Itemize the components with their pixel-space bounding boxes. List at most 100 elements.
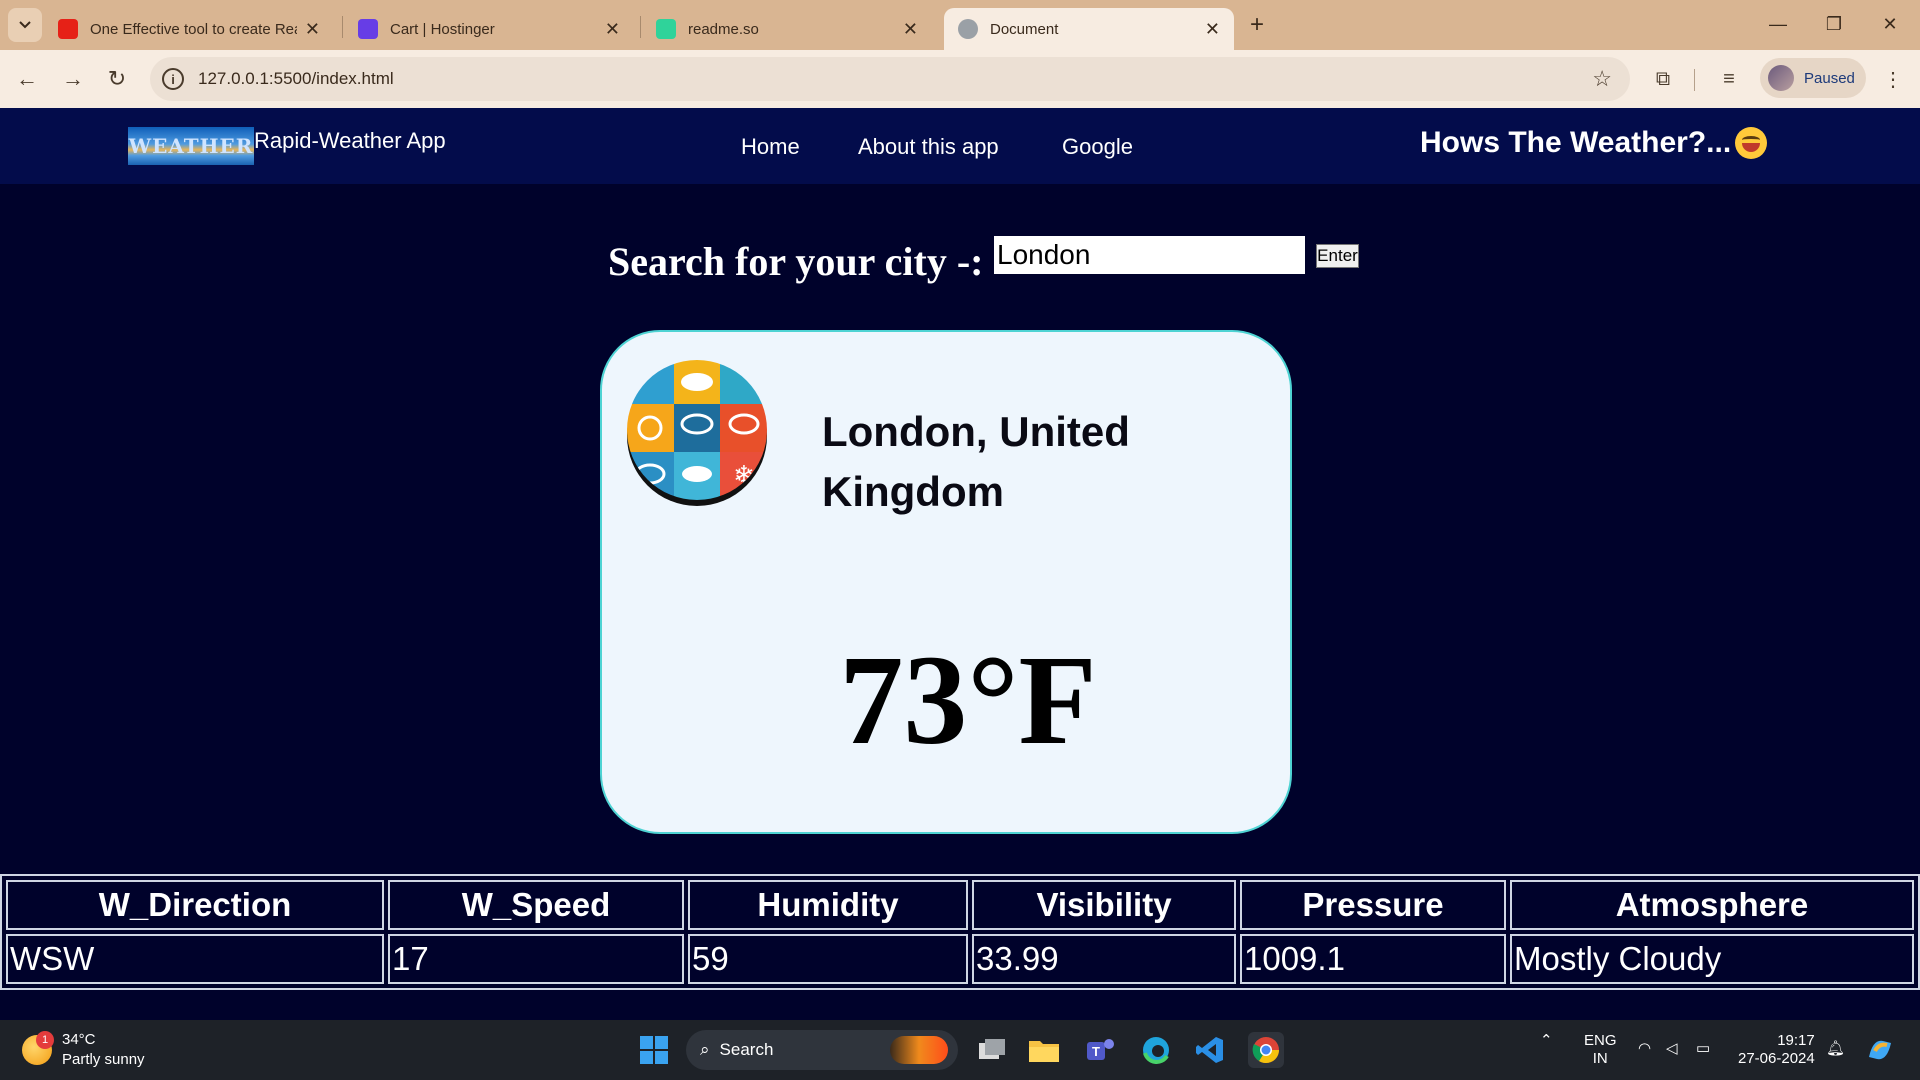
wifi-icon[interactable]: ◠ bbox=[1638, 1040, 1651, 1058]
nav-link-home[interactable]: Home bbox=[741, 134, 800, 160]
copilot-icon[interactable] bbox=[1862, 1032, 1898, 1068]
forward-button[interactable]: → bbox=[56, 62, 90, 96]
taskbar-weather-widget[interactable]: 1 34°C Partly sunny bbox=[22, 1030, 145, 1070]
cell-atmosphere: Mostly Cloudy bbox=[1510, 934, 1914, 984]
volume-icon[interactable]: ◁ bbox=[1666, 1040, 1678, 1058]
cell-pressure: 1009.1 bbox=[1240, 934, 1506, 984]
tab-title: One Effective tool to create Rea bbox=[90, 20, 297, 38]
chrome-icon[interactable] bbox=[1248, 1032, 1284, 1068]
site-navbar: WEATHER Rapid-Weather App Home About thi… bbox=[0, 108, 1920, 184]
temperature: 73°F bbox=[839, 629, 1097, 771]
header-wind-direction: W_Direction bbox=[6, 880, 384, 930]
tab-document[interactable]: Document ✕ bbox=[944, 8, 1234, 50]
table-header-row: W_Direction W_Speed Humidity Visibility … bbox=[6, 880, 1914, 930]
brand-name: Rapid-Weather App bbox=[254, 128, 446, 153]
teams-icon[interactable]: T bbox=[1082, 1032, 1118, 1068]
taskbar-search[interactable]: ⌕ Search bbox=[686, 1030, 958, 1070]
tab-title: Cart | Hostinger bbox=[390, 20, 495, 38]
readme-icon bbox=[656, 19, 676, 39]
cell-visibility: 33.99 bbox=[972, 934, 1236, 984]
extensions-icon[interactable]: ⧉ bbox=[1646, 62, 1680, 96]
tab-divider bbox=[342, 16, 343, 38]
lang-bottom: IN bbox=[1592, 1050, 1608, 1067]
header-atmosphere: Atmosphere bbox=[1510, 880, 1914, 930]
weather-temp: 34°C bbox=[62, 1031, 96, 1048]
site-info-icon[interactable]: i bbox=[162, 68, 184, 90]
tagline: Hows The Weather?... bbox=[1420, 126, 1768, 160]
tab-search-button[interactable] bbox=[8, 8, 42, 42]
cell-wind-direction: WSW bbox=[6, 934, 384, 984]
tab-title: Document bbox=[990, 20, 1059, 38]
search-label: Search bbox=[719, 1040, 774, 1059]
weather-card: ❄ London, United Kingdom 73°F bbox=[600, 330, 1292, 834]
notification-bell-icon[interactable]: 🔔︎ bbox=[1826, 1040, 1845, 1058]
browser-tab-bar: One Effective tool to create Rea ✕ Cart … bbox=[0, 0, 1920, 50]
search-label: Search for your city -: bbox=[608, 239, 984, 284]
search-row: Search for your city -: Enter bbox=[0, 234, 1920, 284]
web-page: WEATHER Rapid-Weather App Home About thi… bbox=[0, 108, 1920, 1020]
more-menu-icon[interactable]: ⋮ bbox=[1876, 62, 1910, 96]
city-search-input[interactable] bbox=[994, 236, 1305, 274]
taskbar: 1 34°C Partly sunny ⌕ Search T ⌃ ENG IN bbox=[0, 1020, 1920, 1080]
tab-title: readme.so bbox=[688, 20, 759, 38]
svg-text:T: T bbox=[1092, 1044, 1100, 1059]
new-tab-button[interactable]: + bbox=[1242, 10, 1272, 40]
battery-icon[interactable]: ▭ bbox=[1696, 1040, 1710, 1058]
restore-button[interactable]: ❐ bbox=[1806, 8, 1862, 40]
minimize-button[interactable]: — bbox=[1750, 8, 1806, 40]
address-bar[interactable]: i 127.0.0.1:5500/index.html ☆ bbox=[150, 57, 1630, 101]
vscode-icon[interactable] bbox=[1192, 1032, 1228, 1068]
window-close-button[interactable]: ✕ bbox=[1862, 8, 1918, 40]
tagline-text: Hows The Weather?... bbox=[1420, 126, 1732, 159]
weather-conditions-icon: ❄ bbox=[627, 360, 767, 506]
enter-button[interactable]: Enter bbox=[1316, 244, 1359, 268]
show-hidden-icons[interactable]: ⌃ bbox=[1540, 1032, 1553, 1050]
file-explorer-icon[interactable] bbox=[1026, 1032, 1062, 1068]
language-indicator[interactable]: ENG IN bbox=[1584, 1032, 1617, 1068]
header-humidity: Humidity bbox=[688, 880, 968, 930]
lang-top: ENG bbox=[1584, 1032, 1617, 1049]
close-icon[interactable]: ✕ bbox=[605, 19, 620, 40]
close-icon[interactable]: ✕ bbox=[1205, 19, 1220, 40]
laughing-emoji-icon bbox=[1735, 127, 1768, 159]
notification-badge: 1 bbox=[36, 1031, 54, 1049]
task-view-icon[interactable] bbox=[974, 1032, 1010, 1068]
search-highlight-icon bbox=[890, 1036, 948, 1064]
toolbar-divider bbox=[1694, 69, 1695, 91]
partly-sunny-icon: 1 bbox=[22, 1031, 54, 1065]
cell-humidity: 59 bbox=[688, 934, 968, 984]
search-icon: ⌕ bbox=[700, 1040, 710, 1059]
reload-button[interactable]: ↻ bbox=[100, 62, 134, 96]
nav-link-google[interactable]: Google bbox=[1062, 134, 1133, 160]
header-wind-speed: W_Speed bbox=[388, 880, 684, 930]
chevron-down-icon bbox=[19, 21, 31, 29]
tab-youtube[interactable]: One Effective tool to create Rea ✕ bbox=[44, 8, 334, 50]
clock-time: 19:17 bbox=[1777, 1032, 1815, 1049]
close-icon[interactable]: ✕ bbox=[903, 19, 918, 40]
avatar bbox=[1768, 65, 1794, 91]
bookmark-star-icon[interactable]: ☆ bbox=[1592, 66, 1612, 92]
tab-hostinger[interactable]: Cart | Hostinger ✕ bbox=[344, 8, 634, 50]
url-text: 127.0.0.1:5500/index.html bbox=[198, 69, 394, 88]
tab-readme[interactable]: readme.so ✕ bbox=[642, 8, 932, 50]
table-row: WSW 17 59 33.99 1009.1 Mostly Cloudy bbox=[6, 934, 1914, 984]
windows-start-icon[interactable] bbox=[636, 1032, 672, 1068]
browser-toolbar: ← → ↻ i 127.0.0.1:5500/index.html ☆ ⧉ ≡ … bbox=[0, 50, 1920, 108]
weather-details-table: W_Direction W_Speed Humidity Visibility … bbox=[0, 874, 1920, 998]
city-name: London, United Kingdom bbox=[822, 408, 1130, 515]
windows-logo-icon bbox=[640, 1036, 668, 1064]
hostinger-icon bbox=[358, 19, 378, 39]
globe-icon bbox=[958, 19, 978, 39]
close-icon[interactable]: ✕ bbox=[305, 19, 320, 40]
media-control-icon[interactable]: ≡ bbox=[1712, 62, 1746, 96]
site-logo[interactable]: WEATHER bbox=[128, 127, 254, 165]
header-pressure: Pressure bbox=[1240, 880, 1506, 930]
tab-divider bbox=[640, 16, 641, 38]
nav-link-about[interactable]: About this app bbox=[858, 134, 999, 160]
youtube-icon bbox=[58, 19, 78, 39]
clock-date: 27-06-2024 bbox=[1738, 1050, 1815, 1067]
clock[interactable]: 19:17 27-06-2024 bbox=[1738, 1032, 1815, 1068]
edge-icon[interactable] bbox=[1138, 1032, 1174, 1068]
profile-button[interactable]: Paused bbox=[1760, 58, 1866, 98]
back-button[interactable]: ← bbox=[10, 62, 44, 96]
